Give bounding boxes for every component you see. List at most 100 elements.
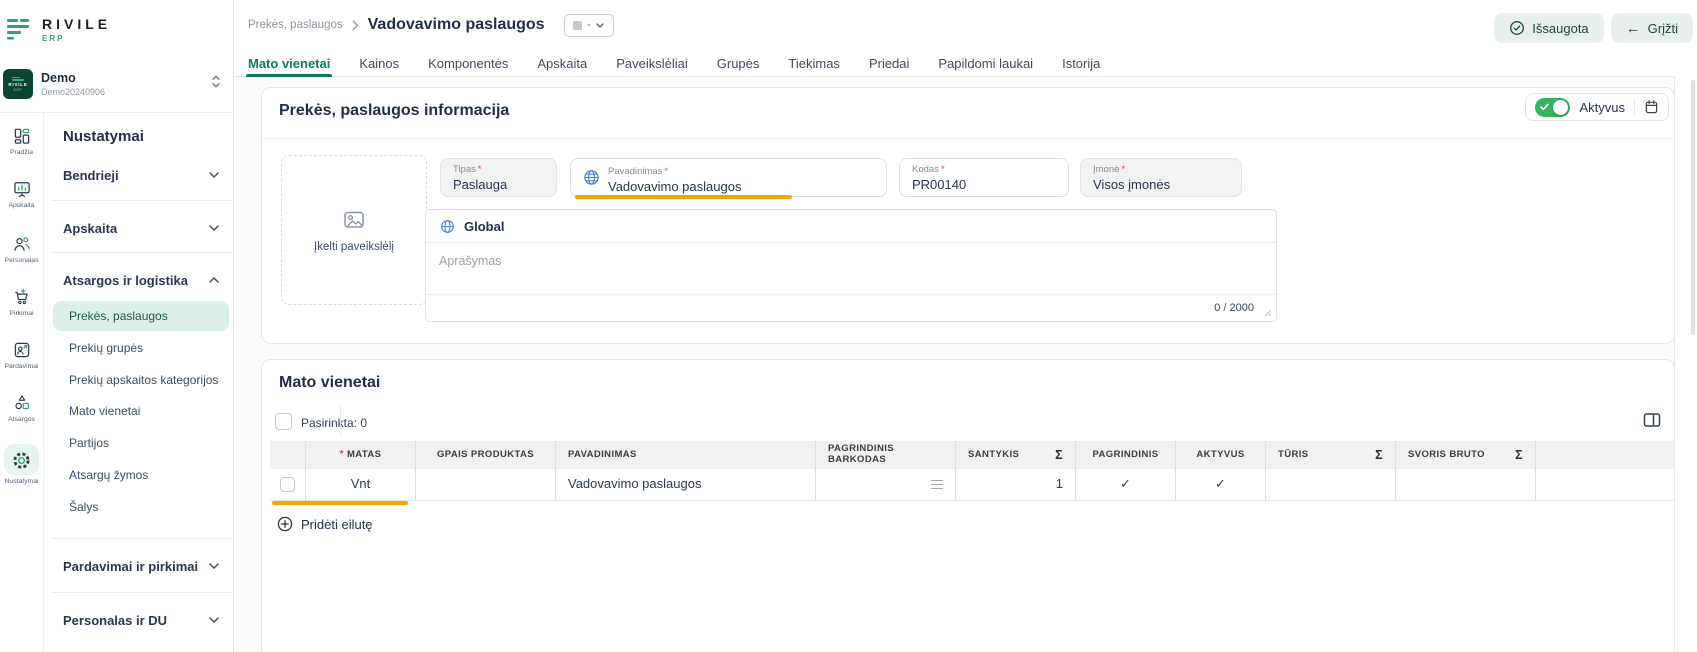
chevron-down-icon xyxy=(209,617,219,623)
tab-kainos[interactable]: Kainos xyxy=(359,50,399,77)
sidebar-item-prekiu-grupes[interactable]: Prekių grupės xyxy=(69,341,143,355)
menu-group-personalas-du[interactable]: Personalas ir DU xyxy=(63,608,219,632)
sidebar-item-label: Prekės, paslaugos xyxy=(69,309,168,323)
tab-paveiksleliai[interactable]: Paveikslėliai xyxy=(616,50,688,77)
kodas-field[interactable]: Kodas* PR00140 xyxy=(899,158,1069,197)
sum-icon[interactable]: Σ xyxy=(1375,448,1383,462)
cell-turis[interactable] xyxy=(1266,469,1396,500)
sidebar-item-prekes-paslaugos[interactable]: Prekės, paslaugos xyxy=(53,301,229,331)
imone-value: Visos įmonės xyxy=(1093,177,1229,192)
settings-menu: Nustatymai Bendrieji Apskaita Atsargos i… xyxy=(44,0,233,652)
menu-group-atsargos-logistika[interactable]: Atsargos ir logistika xyxy=(63,268,219,292)
plus-circle-icon xyxy=(277,516,293,532)
select-all-checkbox[interactable] xyxy=(275,413,292,430)
gear-icon xyxy=(4,444,39,475)
column-header-aktyvus[interactable]: AKTYVUS xyxy=(1176,441,1266,469)
rail-item-nustatymai[interactable]: Nustatymai xyxy=(0,444,43,485)
rail-item-personalas[interactable]: Personalas xyxy=(0,234,43,264)
cell-pavadinimas[interactable]: Vadovavimo paslaugos xyxy=(556,469,816,500)
tab-priedai[interactable]: Priedai xyxy=(869,50,909,77)
pavadinimas-field[interactable]: Pavadinimas* Vadovavimo paslaugos xyxy=(570,158,887,197)
view-selector-value: - xyxy=(587,19,591,31)
description-scope-header: Global xyxy=(426,210,1276,243)
table-row[interactable]: Vnt Vadovavimo paslaugos 1 ✓ ✓ xyxy=(270,469,1674,501)
card-title: Prekės, paslaugos informacija xyxy=(279,102,509,120)
back-button[interactable]: ← Grįžti xyxy=(1611,13,1693,43)
sum-icon[interactable]: Σ xyxy=(1055,448,1063,462)
rail-label: Pradžia xyxy=(10,149,33,156)
add-row-button[interactable]: Pridėti eilutę xyxy=(277,516,373,532)
imone-field[interactable]: Įmonė* Visos įmonės xyxy=(1080,158,1242,197)
rail-item-atsargos[interactable]: Atsargos xyxy=(0,393,43,423)
rivile-erp-app: { "brand": { "name": "RIVILE", "sub": "E… xyxy=(0,0,1697,652)
drag-handle-icon[interactable] xyxy=(931,480,943,490)
cell-svoris-bruto[interactable] xyxy=(1396,469,1536,500)
people-icon xyxy=(12,234,32,254)
sum-icon[interactable]: Σ xyxy=(1515,448,1523,462)
shapes-icon xyxy=(12,393,32,413)
column-settings-icon[interactable] xyxy=(1642,410,1662,430)
column-header-barkodas[interactable]: PAGRINDINIS BARKODAS xyxy=(816,441,956,469)
column-header-turis[interactable]: TŪRISΣ xyxy=(1266,441,1396,469)
tab-istorija[interactable]: Istorija xyxy=(1062,50,1100,77)
cell-gpais[interactable] xyxy=(416,469,556,500)
sidebar-item-mato-vienetai[interactable]: Mato vienetai xyxy=(69,404,140,418)
row-filler-cell xyxy=(1536,469,1674,500)
tab-papildomi-laukai[interactable]: Papildomi laukai xyxy=(938,50,1033,77)
description-textarea[interactable]: Aprašymas xyxy=(426,243,1276,294)
header-filler-cell xyxy=(1536,441,1674,469)
column-header-pavadinimas[interactable]: PAVADINIMAS xyxy=(556,441,816,469)
cell-aktyvus[interactable]: ✓ xyxy=(1176,469,1266,500)
column-header-matas[interactable]: *MATAS xyxy=(306,441,416,469)
autosave-progress-bar xyxy=(575,195,792,199)
sidebar-item-prekiu-apskaitos-kategorijos[interactable]: Prekių apskaitos kategorijos xyxy=(69,373,218,387)
top-bar: Prekės, paslaugos Vadovavimo paslaugos -… xyxy=(234,0,1697,50)
description-placeholder: Aprašymas xyxy=(439,254,502,268)
rail-label: Personalas xyxy=(4,257,38,264)
menu-group-apskaita[interactable]: Apskaita xyxy=(63,216,219,240)
chevron-down-icon xyxy=(596,23,604,28)
row-edit-indicator-bar xyxy=(272,501,408,505)
sidebar-item-partijos[interactable]: Partijos xyxy=(69,436,109,450)
chevron-down-icon xyxy=(209,225,219,231)
cell-pagrindinis[interactable]: ✓ xyxy=(1076,469,1176,500)
card-title: Mato vienetai xyxy=(279,374,380,392)
column-header-pagrindinis[interactable]: PAGRINDINIS xyxy=(1076,441,1176,469)
active-toggle[interactable] xyxy=(1535,98,1570,117)
breadcrumb-link[interactable]: Prekės, paslaugos xyxy=(248,19,343,31)
menu-group-bendrieji[interactable]: Bendrieji xyxy=(63,163,219,187)
column-header-santykis[interactable]: SANTYKISΣ xyxy=(956,441,1076,469)
tipas-field[interactable]: Tipas* Paslauga xyxy=(440,158,557,197)
image-upload-dropzone[interactable]: Įkelti paveikslėlį xyxy=(281,155,427,305)
chevron-down-icon xyxy=(209,172,219,178)
saved-button[interactable]: Išsaugota xyxy=(1494,13,1603,43)
menu-group-label: Bendrieji xyxy=(63,168,119,183)
rail-item-pradzia[interactable]: Pradžia xyxy=(0,126,43,156)
rail-item-pirkimai[interactable]: Pirkimai xyxy=(0,287,43,317)
vertical-scrollbar[interactable] xyxy=(1691,80,1695,335)
sidebar-item-atsargu-zymos[interactable]: Atsargų žymos xyxy=(69,468,148,482)
row-checkbox[interactable] xyxy=(280,477,295,492)
column-header-svoris-bruto[interactable]: SVORIS BRUTOΣ xyxy=(1396,441,1536,469)
required-mark: * xyxy=(340,449,344,461)
cell-matas[interactable]: Vnt xyxy=(306,469,416,500)
menu-group-pardavimai-pirkimai[interactable]: Pardavimai ir pirkimai xyxy=(63,554,219,578)
tab-apskaita[interactable]: Apskaita xyxy=(537,50,587,77)
column-header-gpais[interactable]: GPAIS PRODUKTAS xyxy=(416,441,556,469)
sidebar-item-salys[interactable]: Šalys xyxy=(69,500,98,514)
workspace-logo-brand: RIVILE xyxy=(8,82,27,87)
tab-mato-vienetai[interactable]: Mato vienetai xyxy=(248,50,330,77)
cell-barkodas[interactable] xyxy=(816,469,956,500)
tab-komponentes[interactable]: Komponentės xyxy=(428,50,508,77)
view-selector-dropdown[interactable]: - xyxy=(564,14,614,37)
rail-item-apskaita[interactable]: Apskaita xyxy=(0,179,43,209)
char-counter: 0 / 2000 xyxy=(1214,302,1254,314)
resize-handle-icon[interactable] xyxy=(1262,307,1272,317)
tab-tiekimas[interactable]: Tiekimas xyxy=(788,50,840,77)
image-icon xyxy=(341,208,367,232)
calendar-icon[interactable] xyxy=(1644,99,1659,115)
row-select-cell xyxy=(270,469,306,500)
tab-grupes[interactable]: Grupės xyxy=(717,50,760,77)
rail-item-pardavimai[interactable]: Pardavimai xyxy=(0,340,43,370)
cell-santykis[interactable]: 1 xyxy=(956,469,1076,500)
